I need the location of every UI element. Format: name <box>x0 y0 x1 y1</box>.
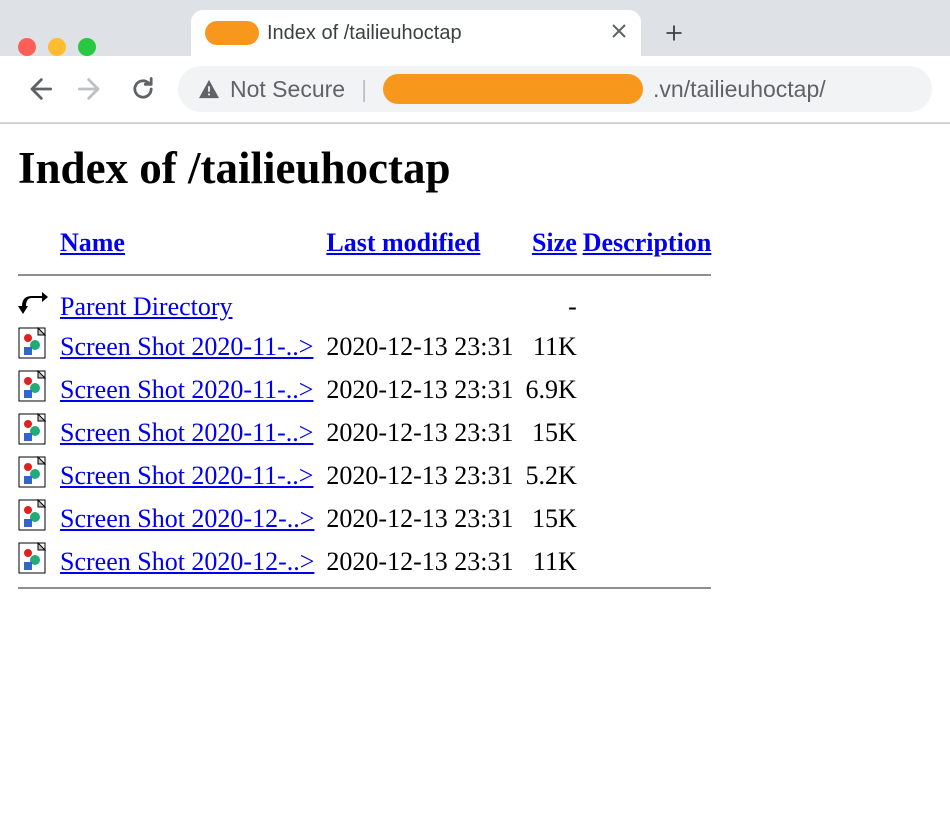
header-size: Size <box>525 224 582 270</box>
file-modified: 2020-12-13 23:31 <box>326 454 525 497</box>
tab-favicon <box>205 21 259 45</box>
file-modified: 2020-12-13 23:31 <box>326 540 525 583</box>
browser-tab[interactable]: Index of /tailieuhoctap <box>191 10 641 56</box>
header-description: Description <box>583 224 724 270</box>
window-controls <box>18 38 96 56</box>
forward-button[interactable] <box>74 72 108 106</box>
file-description <box>583 497 724 540</box>
image-file-icon <box>18 497 60 540</box>
parent-directory-link[interactable]: Parent Directory <box>60 292 233 321</box>
header-icon-col <box>18 224 60 270</box>
divider <box>18 274 711 276</box>
sort-description-link[interactable]: Description <box>583 228 712 257</box>
parent-size: - <box>525 288 582 325</box>
security-label: Not Secure <box>230 76 345 103</box>
new-tab-button[interactable] <box>661 20 687 46</box>
url-path: .vn/tailieuhoctap/ <box>653 76 826 103</box>
file-size: 11K <box>525 325 582 368</box>
page-content: Index of /tailieuhoctap Name Last modifi… <box>0 124 950 619</box>
parent-description <box>583 288 724 325</box>
sort-size-link[interactable]: Size <box>532 228 577 257</box>
back-button[interactable] <box>22 72 56 106</box>
file-modified: 2020-12-13 23:31 <box>326 497 525 540</box>
table-row: Screen Shot 2020-11-..> 2020-12-13 23:31… <box>18 411 723 454</box>
file-link[interactable]: Screen Shot 2020-11-..> <box>60 461 313 490</box>
file-link[interactable]: Screen Shot 2020-11-..> <box>60 332 313 361</box>
file-modified: 2020-12-13 23:31 <box>326 368 525 411</box>
redacted-host <box>383 74 643 104</box>
file-description <box>583 540 724 583</box>
file-link[interactable]: Screen Shot 2020-11-..> <box>60 418 313 447</box>
table-row: Screen Shot 2020-11-..> 2020-12-13 23:31… <box>18 368 723 411</box>
image-file-icon <box>18 325 60 368</box>
file-description <box>583 454 724 497</box>
file-size: 6.9K <box>525 368 582 411</box>
file-description <box>583 368 724 411</box>
image-file-icon <box>18 411 60 454</box>
file-size: 15K <box>525 411 582 454</box>
file-modified: 2020-12-13 23:31 <box>326 325 525 368</box>
divider <box>18 587 711 589</box>
file-description <box>583 411 724 454</box>
table-row: Screen Shot 2020-12-..> 2020-12-13 23:31… <box>18 540 723 583</box>
table-row: Screen Shot 2020-11-..> 2020-12-13 23:31… <box>18 325 723 368</box>
tab-strip: Index of /tailieuhoctap <box>0 0 950 56</box>
maximize-window-button[interactable] <box>78 38 96 56</box>
tab-title: Index of /tailieuhoctap <box>267 22 462 45</box>
header-last-modified: Last modified <box>326 224 525 270</box>
image-file-icon <box>18 540 60 583</box>
header-name: Name <box>60 224 326 270</box>
browser-toolbar: Not Secure | .vn/tailieuhoctap/ <box>0 56 950 123</box>
file-link[interactable]: Screen Shot 2020-12-..> <box>60 504 314 533</box>
file-size: 15K <box>525 497 582 540</box>
file-modified: 2020-12-13 23:31 <box>326 411 525 454</box>
back-icon <box>18 288 60 325</box>
browser-chrome: Index of /tailieuhoctap Not Secure | .vn… <box>0 0 950 124</box>
close-tab-button[interactable] <box>611 23 627 43</box>
close-window-button[interactable] <box>18 38 36 56</box>
sort-name-link[interactable]: Name <box>60 228 125 257</box>
table-row: Screen Shot 2020-11-..> 2020-12-13 23:31… <box>18 454 723 497</box>
reload-button[interactable] <box>126 72 160 106</box>
file-link[interactable]: Screen Shot 2020-11-..> <box>60 375 313 404</box>
omnibox-separator: | <box>361 76 367 103</box>
file-link[interactable]: Screen Shot 2020-12-..> <box>60 547 314 576</box>
file-size: 11K <box>525 540 582 583</box>
directory-listing: Name Last modified Size Description Pare… <box>18 224 723 601</box>
file-description <box>583 325 724 368</box>
parent-modified <box>326 288 525 325</box>
parent-directory-row: Parent Directory - <box>18 288 723 325</box>
not-secure-icon <box>198 79 220 99</box>
image-file-icon <box>18 454 60 497</box>
minimize-window-button[interactable] <box>48 38 66 56</box>
file-size: 5.2K <box>525 454 582 497</box>
address-bar[interactable]: Not Secure | .vn/tailieuhoctap/ <box>178 66 932 112</box>
page-title: Index of /tailieuhoctap <box>18 142 932 194</box>
table-row: Screen Shot 2020-12-..> 2020-12-13 23:31… <box>18 497 723 540</box>
image-file-icon <box>18 368 60 411</box>
sort-modified-link[interactable]: Last modified <box>326 228 480 257</box>
